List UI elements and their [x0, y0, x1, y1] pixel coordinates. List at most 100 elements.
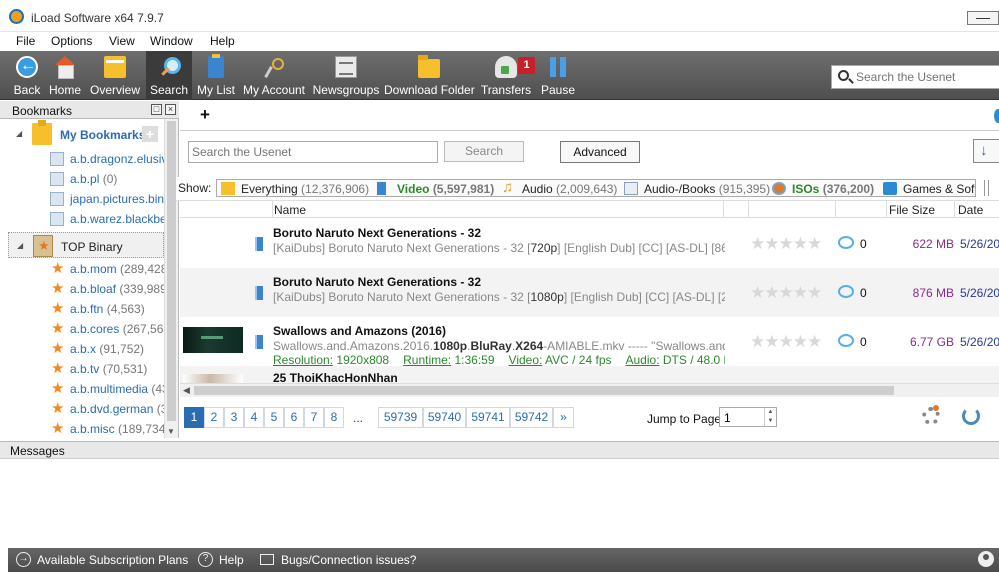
messages-panel: Messages	[0, 441, 999, 548]
mail-icon	[260, 554, 274, 565]
scroll-down-arrow-icon[interactable]: ▼	[167, 427, 175, 436]
page-spinner[interactable]: ▲ ▼	[764, 408, 776, 426]
top-binary-item[interactable]: ★ a.b.mom (289,428)	[50, 259, 164, 279]
star-icon: ★	[51, 420, 65, 437]
video-file-icon	[255, 237, 263, 251]
results-hscrollbar[interactable]: ◀	[180, 383, 999, 397]
help-link[interactable]: Help	[219, 553, 244, 567]
add-bookmark-icon[interactable]: +	[142, 126, 158, 142]
media-info: Resolution: 1920x808 Runtime: 1:36:59 Vide…	[273, 353, 725, 367]
column-name[interactable]: Name	[274, 203, 306, 217]
advanced-button[interactable]: Advanced	[560, 141, 640, 163]
search-field[interactable]	[188, 141, 438, 163]
menu-options[interactable]: Options	[51, 34, 92, 48]
user-account-icon[interactable]	[978, 551, 994, 567]
pagination: 1 2 3 4 5 6 7 8 ... 59739 59740 59741 59…	[180, 397, 999, 438]
page-button[interactable]: 59741	[466, 407, 510, 428]
back-button[interactable]: Back	[8, 51, 46, 100]
menu-file[interactable]: File	[16, 34, 35, 48]
top-search-input[interactable]	[856, 70, 996, 84]
search-button[interactable]: Search	[444, 141, 524, 162]
jump-to-page-field[interactable]: ▲▼	[719, 407, 777, 427]
messages-header: Messages	[0, 442, 999, 459]
home-button[interactable]: Home	[46, 51, 84, 100]
subscription-plans-link[interactable]: Available Subscription Plans	[37, 553, 188, 567]
column-date[interactable]: Date	[958, 203, 983, 217]
page-button[interactable]: 4	[244, 407, 264, 428]
top-binary-item[interactable]: ★ a.b.bloaf (339,989)	[50, 279, 164, 299]
page-button[interactable]: 1	[184, 407, 204, 428]
movie-thumbnail[interactable]	[183, 327, 243, 353]
next-page-button[interactable]: »	[553, 407, 574, 428]
menu-help[interactable]: Help	[210, 34, 235, 48]
float-panel-icon[interactable]: □	[151, 104, 162, 115]
menu-bar: File Options View Window Help	[0, 32, 999, 51]
collapse-arrow-icon[interactable]: ◢	[16, 129, 22, 138]
top-binary-item[interactable]: ★ a.b.ftn (4,563)	[50, 299, 164, 319]
rating-stars[interactable]: ★★★★★	[750, 283, 822, 303]
table-row[interactable]: Boruto Naruto Next Generations - 32 [Kai…	[180, 219, 999, 268]
scroll-left-arrow-icon[interactable]: ◀	[183, 385, 190, 396]
bugs-link[interactable]: Bugs/Connection issues?	[281, 553, 416, 567]
bookmarks-scrollbar[interactable]: ▼	[164, 119, 178, 438]
search-input[interactable]	[192, 145, 432, 159]
bookmark-item[interactable]: a.b.dragonz.elusiv	[50, 149, 164, 169]
page-button[interactable]: 59739	[378, 407, 423, 428]
movie-thumbnail[interactable]	[183, 374, 243, 383]
refresh-icon[interactable]	[962, 407, 980, 425]
comment-bubble-icon[interactable]	[838, 236, 854, 249]
column-file-size[interactable]: File Size	[889, 203, 935, 217]
collapse-arrow-icon[interactable]: ◢	[17, 241, 23, 250]
minimize-button[interactable]	[967, 11, 999, 25]
category-scroll-grip[interactable]	[984, 180, 989, 196]
rating-stars[interactable]: ★★★★★	[750, 332, 822, 352]
page-button[interactable]: 59742	[510, 407, 553, 428]
menu-view[interactable]: View	[109, 34, 135, 48]
page-button[interactable]: 59740	[423, 407, 466, 428]
page-button[interactable]: 6	[284, 407, 304, 428]
page-button[interactable]: 5	[264, 407, 284, 428]
top-search-box[interactable]	[831, 65, 999, 89]
top-binary-item[interactable]: ★ a.b.multimedia (43	[50, 379, 164, 399]
top-binary-group[interactable]: ◢ TOP Binary	[8, 232, 164, 258]
table-row[interactable]: Swallows and Amazons (2016) Swallows.and…	[180, 317, 999, 367]
bookmarks-panel: Bookmarks □ × ◢ My Bookmarks + a.b.drago…	[0, 101, 179, 438]
my-list-button[interactable]: My List	[196, 51, 236, 100]
comment-bubble-icon[interactable]	[838, 334, 854, 347]
bookmark-item[interactable]: a.b.pl (0)	[50, 169, 164, 189]
download-folder-button[interactable]: Download Folder	[384, 51, 475, 100]
app-logo-icon	[9, 9, 24, 24]
table-row[interactable]: Boruto Naruto Next Generations - 32 [Kai…	[180, 268, 999, 317]
page-button[interactable]: 2	[204, 407, 224, 428]
top-binary-item[interactable]: ★ a.b.tv (70,531)	[50, 359, 164, 379]
star-icon: ★	[51, 320, 65, 337]
comment-bubble-icon[interactable]	[838, 285, 854, 298]
scrollbar-thumb[interactable]	[167, 121, 176, 421]
my-account-button[interactable]: My Account	[242, 51, 306, 100]
overview-button[interactable]: Overview	[88, 51, 142, 100]
table-row[interactable]: 25 ThoiKhacHonNhan	[180, 366, 999, 383]
search-tool-button[interactable]: Search	[146, 51, 192, 100]
bookmark-item[interactable]: a.b.warez.blackber	[50, 209, 164, 229]
page-button[interactable]: 7	[304, 407, 324, 428]
scrollbar-thumb[interactable]	[194, 386, 894, 395]
close-panel-icon[interactable]: ×	[165, 104, 176, 115]
rating-stars[interactable]: ★★★★★	[750, 234, 822, 254]
transfers-count-badge: 1	[518, 57, 535, 74]
pause-button[interactable]: Pause	[538, 51, 578, 100]
menu-window[interactable]: Window	[150, 34, 193, 48]
page-button[interactable]: 3	[224, 407, 244, 428]
sort-icon[interactable]	[973, 139, 999, 163]
top-binary-item[interactable]: ★ a.b.cores (267,568)	[50, 319, 164, 339]
bookmark-item[interactable]: japan.pictures.bina	[50, 189, 164, 209]
gear-icon[interactable]	[922, 405, 940, 425]
page-button[interactable]: 8	[324, 407, 344, 428]
book-icon	[624, 182, 638, 195]
add-tab-button[interactable]: +	[200, 105, 210, 125]
top-binary-item[interactable]: ★ a.b.misc (189,734)	[50, 419, 164, 438]
top-binary-item[interactable]: ★ a.b.dvd.german (3	[50, 399, 164, 419]
top-binary-item[interactable]: ★ a.b.x (91,752)	[50, 339, 164, 359]
jump-to-page-input[interactable]	[724, 411, 760, 425]
newsgroups-button[interactable]: Newsgroups	[312, 51, 380, 100]
my-bookmarks-group[interactable]: ◢ My Bookmarks +	[8, 120, 164, 147]
